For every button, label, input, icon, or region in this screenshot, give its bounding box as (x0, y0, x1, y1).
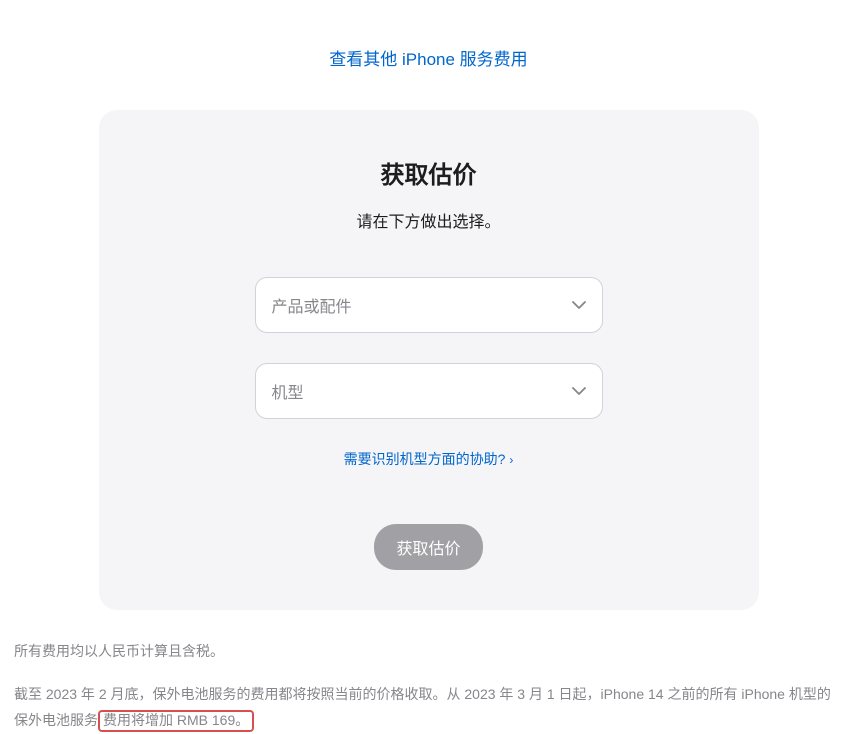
model-select-label: 机型 (272, 379, 304, 403)
top-link-container: 查看其他 iPhone 服务费用 (10, 45, 847, 70)
product-select[interactable]: 产品或配件 (255, 277, 603, 333)
price-increase-highlight: 费用将增加 RMB 169。 (98, 710, 254, 732)
product-select-label: 产品或配件 (272, 293, 352, 317)
get-estimate-button[interactable]: 获取估价 (374, 524, 482, 570)
footer-notes: 所有费用均以人民币计算且含税。 截至 2023 年 2 月底，保外电池服务的费用… (14, 638, 843, 734)
chevron-down-icon (572, 301, 586, 309)
estimate-card: 获取估价 请在下方做出选择。 产品或配件 机型 需要识别机型方面的协助?› 获取… (99, 110, 759, 610)
note-price-change: 截至 2023 年 2 月底，保外电池服务的费用都将按照当前的价格收取。从 20… (14, 681, 843, 734)
help-link-text: 需要识别机型方面的协助? (344, 451, 506, 467)
submit-container: 获取估价 (139, 524, 719, 570)
note-tax: 所有费用均以人民币计算且含税。 (14, 638, 843, 665)
model-select-wrap: 机型 (255, 363, 603, 419)
help-link-container: 需要识别机型方面的协助?› (139, 449, 719, 469)
other-services-link[interactable]: 查看其他 iPhone 服务费用 (329, 50, 527, 69)
identify-model-help-link[interactable]: 需要识别机型方面的协助?› (344, 451, 514, 467)
card-title: 获取估价 (139, 155, 719, 190)
product-select-wrap: 产品或配件 (255, 277, 603, 333)
model-select[interactable]: 机型 (255, 363, 603, 419)
card-subtitle: 请在下方做出选择。 (139, 208, 719, 232)
chevron-down-icon (572, 387, 586, 395)
chevron-right-icon: › (509, 453, 513, 467)
